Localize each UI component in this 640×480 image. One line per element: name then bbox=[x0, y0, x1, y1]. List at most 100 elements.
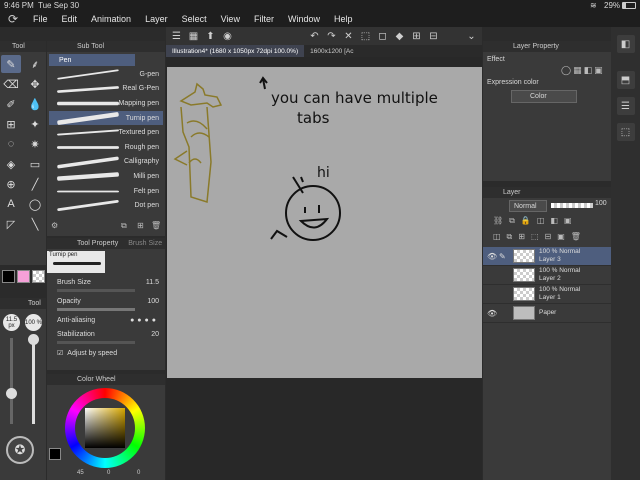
adjust-speed-checkbox[interactable]: ☑ bbox=[57, 349, 63, 357]
new-subtool-icon[interactable]: ⊞ bbox=[137, 221, 144, 230]
fill-icon[interactable]: ◆ bbox=[393, 30, 406, 43]
line-icon[interactable]: ╱ bbox=[25, 175, 45, 193]
material-icon[interactable]: ⬒ bbox=[616, 71, 635, 89]
brush-size-tab[interactable]: Brush Size bbox=[128, 240, 162, 247]
zoom-icon[interactable]: ⊕ bbox=[1, 175, 21, 193]
brush-item[interactable]: Felt pen bbox=[49, 184, 163, 199]
blend-icon[interactable]: 💧 bbox=[25, 95, 45, 113]
antialias-options[interactable]: ●●●● bbox=[130, 317, 159, 324]
app-logo-icon[interactable]: ⟳ bbox=[0, 12, 26, 26]
saturation-value-square[interactable] bbox=[85, 408, 125, 448]
brush-item[interactable]: Calligraphy bbox=[49, 155, 163, 170]
transparent-swatch[interactable] bbox=[32, 270, 45, 283]
grid-icon[interactable]: ▦ bbox=[187, 30, 200, 43]
tab-1600x1200[interactable]: 1600x1200 [Ac bbox=[304, 45, 359, 57]
lasso-icon[interactable]: ◌ bbox=[1, 135, 21, 153]
layer-stack-icon[interactable]: ☰ bbox=[616, 97, 635, 115]
layer-row[interactable]: 100 % Normal Layer 2 bbox=[483, 266, 611, 285]
sub-color-swatch[interactable] bbox=[17, 270, 30, 283]
tab-illustration4[interactable]: Illustration4* (1680 x 1050px 72dpi 100.… bbox=[166, 45, 305, 57]
menu-edit[interactable]: Edit bbox=[55, 14, 85, 24]
size-slider-handle[interactable] bbox=[6, 388, 17, 399]
undo-icon[interactable]: ↶ bbox=[308, 30, 321, 43]
subtool-settings-icon[interactable]: ⚙ bbox=[51, 221, 58, 230]
brush-size-value[interactable]: 11.5 bbox=[146, 279, 159, 286]
brush-item[interactable]: Mapping pen bbox=[49, 96, 163, 111]
opacity-value[interactable]: 100 bbox=[147, 298, 159, 305]
eyedropper-icon[interactable]: ⸙ bbox=[25, 55, 45, 73]
adjust-speed-row[interactable]: ☑ Adjust by speed bbox=[47, 346, 165, 360]
export-icon[interactable]: ⬆ bbox=[204, 30, 217, 43]
layer-opacity-value[interactable]: 100 bbox=[595, 200, 607, 207]
expression-color-select[interactable]: Color bbox=[511, 90, 577, 103]
stabilization-slider[interactable] bbox=[57, 341, 135, 344]
magic-wand-icon[interactable]: ✦ bbox=[25, 115, 45, 133]
grid-select-icon[interactable]: ⊞ bbox=[1, 115, 21, 133]
menu-select[interactable]: Select bbox=[175, 14, 214, 24]
layer-action-icons[interactable]: ◫⧉⊞⬚⊟▣🗑 bbox=[493, 232, 587, 242]
stabilization-value[interactable]: 20 bbox=[151, 331, 159, 338]
copy-subtool-icon[interactable]: ⧉ bbox=[121, 221, 127, 231]
brush-size-slider[interactable] bbox=[57, 289, 135, 292]
menu-icon[interactable]: ☰ bbox=[170, 30, 183, 43]
visibility-eye-icon[interactable]: 👁 bbox=[487, 309, 497, 318]
blend-mode-select[interactable]: Normal bbox=[509, 200, 547, 212]
layer-row[interactable]: 👁 ✎ 100 % Normal Layer 3 bbox=[483, 247, 611, 266]
brush-size-row[interactable]: Brush Size 11.5 bbox=[47, 275, 165, 289]
sparkle-icon[interactable]: ✷ bbox=[25, 135, 45, 153]
text-tool-icon[interactable]: A bbox=[1, 195, 21, 213]
stabilization-row[interactable]: Stabilization 20 bbox=[47, 327, 165, 341]
menu-window[interactable]: Window bbox=[281, 14, 327, 24]
main-color-swatch[interactable] bbox=[2, 270, 15, 283]
eraser-icon[interactable]: ⌫ bbox=[1, 75, 21, 93]
brush-item[interactable]: Milli pen bbox=[49, 169, 163, 184]
drawing-canvas[interactable]: you can have multiple tabs hi bbox=[167, 67, 482, 378]
brush-item[interactable]: G-pen bbox=[49, 67, 163, 82]
layer-tool-icons[interactable]: ⛓⧉🔒◫◧▣ bbox=[493, 216, 578, 226]
operation-icon[interactable]: ◸ bbox=[1, 215, 21, 233]
brush-icon[interactable]: ✐ bbox=[1, 95, 21, 113]
collapse-icon[interactable]: ⌄ bbox=[465, 30, 478, 43]
size-slider-track[interactable] bbox=[10, 338, 13, 424]
brush-item[interactable]: Textured pen bbox=[49, 125, 163, 140]
menu-help[interactable]: Help bbox=[327, 14, 360, 24]
layer-opacity-slider[interactable] bbox=[551, 203, 593, 208]
opacity-row[interactable]: Opacity 100 bbox=[47, 294, 165, 308]
panel-toggle-icon[interactable]: ◧ bbox=[616, 35, 635, 53]
camera-icon[interactable]: ◉ bbox=[221, 30, 234, 43]
ruler-icon[interactable]: ╲ bbox=[25, 215, 45, 233]
navigator-icon[interactable]: ⬚ bbox=[616, 123, 635, 141]
layer-row[interactable]: 👁 Paper bbox=[483, 304, 611, 323]
opacity-slider[interactable] bbox=[57, 308, 135, 311]
invert-icon[interactable]: ⊟ bbox=[427, 30, 440, 43]
pen-tool-icon[interactable]: ✎ bbox=[1, 55, 21, 73]
opacity-slider-track[interactable] bbox=[32, 338, 35, 424]
selection-icon[interactable]: ⊞ bbox=[410, 30, 423, 43]
brush-item[interactable]: Dot pen bbox=[49, 198, 163, 213]
transform-icon[interactable]: ⬚ bbox=[359, 30, 372, 43]
clear-icon[interactable]: ✕ bbox=[342, 30, 355, 43]
layer-row[interactable]: 100 % Normal Layer 1 bbox=[483, 285, 611, 304]
sub-tool-group-pen[interactable]: Pen bbox=[49, 54, 135, 66]
move-icon[interactable]: ✥ bbox=[25, 75, 45, 93]
brush-item[interactable]: Real G-Pen bbox=[49, 82, 163, 97]
redo-icon[interactable]: ↷ bbox=[325, 30, 338, 43]
fill-bucket-icon[interactable]: ◈ bbox=[1, 155, 21, 173]
balloon-icon[interactable]: ◯ bbox=[25, 195, 45, 213]
opacity-slider-handle[interactable] bbox=[28, 334, 39, 345]
menu-view[interactable]: View bbox=[214, 14, 247, 24]
wheel-main-swatch[interactable] bbox=[49, 448, 61, 460]
modifier-key-icon[interactable]: ✪ bbox=[6, 436, 34, 464]
menu-filter[interactable]: Filter bbox=[247, 14, 281, 24]
gradient-icon[interactable]: ▭ bbox=[25, 155, 45, 173]
antialias-row[interactable]: Anti-aliasing ●●●● bbox=[47, 313, 165, 327]
menu-layer[interactable]: Layer bbox=[138, 14, 175, 24]
brush-item[interactable]: Rough pen bbox=[49, 140, 163, 155]
menu-animation[interactable]: Animation bbox=[84, 14, 138, 24]
brush-item[interactable]: Turnip pen bbox=[49, 110, 163, 126]
deselect-icon[interactable]: ◻ bbox=[376, 30, 389, 43]
effect-icons[interactable]: ◯▦◧▣ bbox=[561, 65, 605, 76]
visibility-eye-icon[interactable]: 👁 bbox=[487, 252, 497, 261]
delete-subtool-icon[interactable]: 🗑 bbox=[151, 221, 161, 230]
menu-file[interactable]: File bbox=[26, 14, 55, 24]
